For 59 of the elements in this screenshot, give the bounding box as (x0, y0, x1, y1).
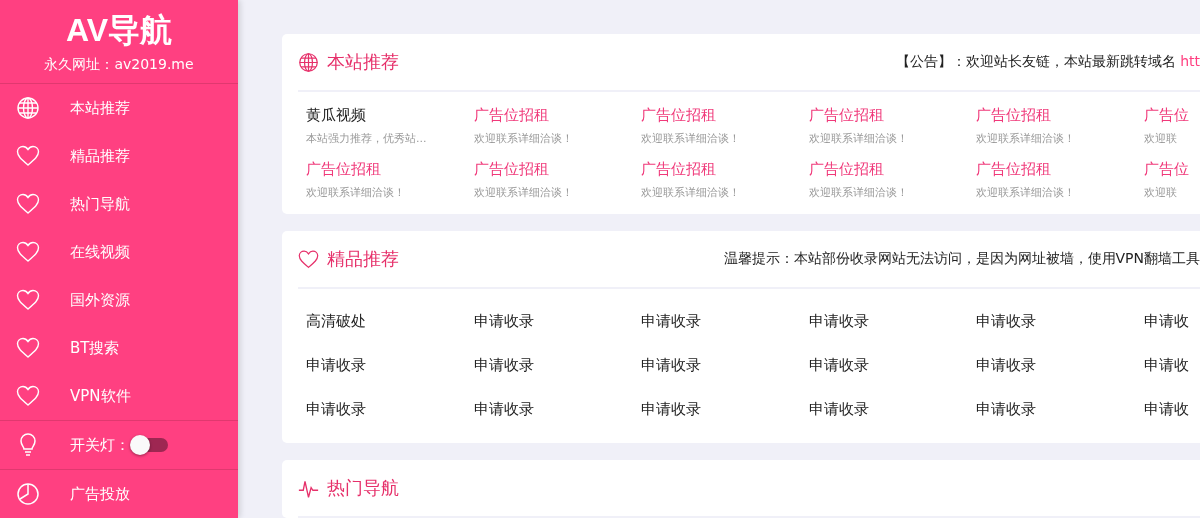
notice-link[interactable]: htt (1180, 53, 1200, 69)
site-link[interactable]: 申请收录 (976, 311, 1036, 331)
sidebar-item[interactable]: 热门导航 (0, 180, 238, 228)
sidebar-item[interactable]: 在线视频 (0, 228, 238, 276)
ad-slot-link[interactable]: 广告位招租 (808, 160, 884, 179)
ad-slot-description: 欢迎联 (1143, 185, 1178, 200)
ad-slot-link[interactable]: 广告位 (1143, 160, 1189, 179)
site-link[interactable]: 高清破处 (306, 311, 366, 331)
site-link[interactable]: 申请收 (1143, 355, 1189, 375)
permanent-url: 永久网址：av2019.me (44, 56, 194, 74)
sidebar-item[interactable]: BT搜索 (0, 324, 238, 372)
ad-slot-link[interactable]: 广告位招租 (473, 160, 549, 179)
light-switch-label: 开关灯： (70, 435, 130, 455)
site-link[interactable]: 申请收录 (641, 311, 701, 331)
ad-slot-link[interactable]: 广告位招租 (808, 106, 884, 125)
ad-slot-link[interactable]: 广告位招租 (976, 160, 1051, 179)
site-link[interactable]: 申请收录 (473, 311, 534, 331)
ad-slot-description: 欢迎联 (1143, 131, 1178, 146)
ad-slot-link[interactable]: 广告位招租 (641, 160, 716, 179)
site-link[interactable]: 申请收录 (976, 355, 1036, 375)
section-title: 本站推荐 (327, 50, 399, 74)
ad-slot-description: 欢迎联系详细洽谈！ (808, 131, 909, 146)
ad-slot-description: 欢迎联系详细洽谈！ (641, 131, 741, 146)
section-title: 热门导航 (327, 476, 399, 500)
site-link[interactable]: 申请收录 (641, 355, 701, 375)
ad-slot-link[interactable]: 广告位招租 (976, 106, 1051, 125)
site-link[interactable]: 申请收录 (473, 355, 534, 375)
ad-slot-description: 欢迎联系详细洽谈！ (976, 131, 1076, 146)
site-description: 本站强力推荐，优秀站... (306, 131, 428, 146)
site-link[interactable]: 申请收录 (976, 399, 1036, 419)
notice-text: 温馨提示：本站部份收录网站无法访问，是因为网址被墙，使用VPN翻墙工具 (723, 250, 1200, 268)
site-link[interactable]: 申请收录 (808, 355, 869, 375)
sidebar-item[interactable]: 精品推荐 (0, 132, 238, 180)
ad-slot-description: 欢迎联系详细洽谈！ (808, 185, 909, 200)
sidebar-item[interactable]: VPN软件 (0, 372, 238, 420)
ad-slot-link[interactable]: 广告位招租 (641, 106, 716, 125)
sidebar-item[interactable]: 本站推荐 (0, 84, 238, 132)
ad-slot-description: 欢迎联系详细洽谈！ (641, 185, 741, 200)
section-title: 精品推荐 (327, 247, 399, 271)
site-link[interactable]: 申请收录 (473, 399, 534, 419)
notice-text: 【公告】：欢迎站长友链，本站最新跳转域名 htt (895, 53, 1200, 71)
ad-slot-description: 欢迎联系详细洽谈！ (473, 185, 574, 200)
site-link[interactable]: 申请收录 (808, 311, 869, 331)
sidebar-item[interactable]: 广告投放 (0, 470, 238, 518)
site-link[interactable]: 申请收 (1143, 399, 1189, 419)
site-link[interactable]: 申请收 (1143, 311, 1189, 331)
ad-slot-description: 欢迎联系详细洽谈！ (473, 131, 574, 146)
site-logo: AV导航 (65, 11, 173, 50)
ad-slot-description: 欢迎联系详细洽谈！ (306, 185, 406, 200)
sidebar-item[interactable]: 国外资源 (0, 276, 238, 324)
ad-slot-description: 欢迎联系详细洽谈！ (976, 185, 1076, 200)
site-link[interactable]: 申请收录 (306, 355, 366, 375)
site-link[interactable]: 申请收录 (641, 399, 701, 419)
ad-slot-link[interactable]: 广告位 (1143, 106, 1189, 125)
site-link[interactable]: 申请收录 (306, 399, 366, 419)
ad-slot-link[interactable]: 广告位招租 (473, 106, 549, 125)
ad-slot-link[interactable]: 广告位招租 (306, 160, 381, 179)
site-link[interactable]: 申请收录 (808, 399, 869, 419)
site-link[interactable]: 黄瓜视频 (306, 106, 366, 125)
